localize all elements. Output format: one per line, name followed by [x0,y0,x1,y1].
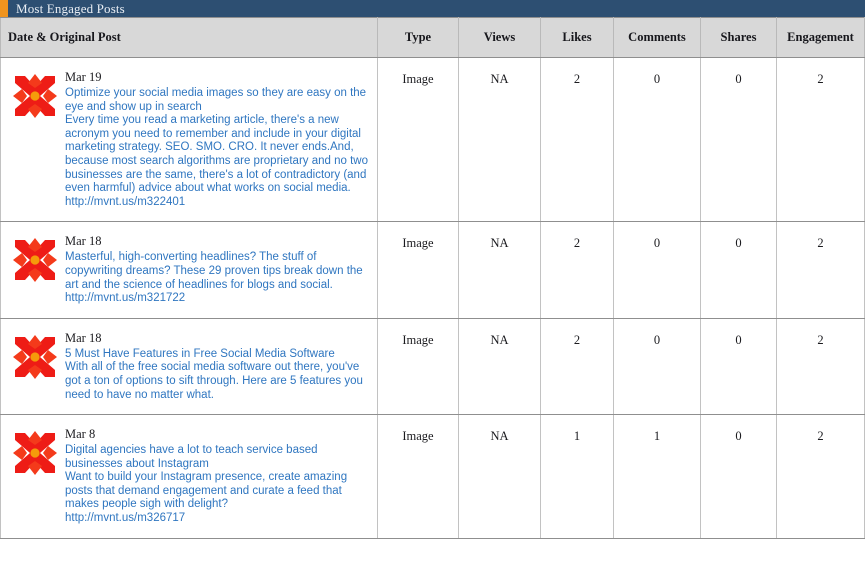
column-header-likes[interactable]: Likes [540,17,614,58]
starburst-icon [13,334,57,379]
starburst-center-dot [30,448,40,458]
panel-title: Most Engaged Posts [16,1,125,16]
cell-engagement: 2 [776,221,865,319]
cell-engagement: 2 [776,414,865,539]
cell-post: Mar 18 5 Must Have Features in Free Soci… [0,318,378,416]
starburst-icon [13,238,57,283]
cell-shares: 0 [700,57,777,223]
post-text: Masterful, high-converting headlines? Th… [65,251,363,305]
cell-likes: 2 [540,221,614,319]
post-link[interactable]: http://mvnt.us/m322401 [65,196,369,210]
table-row[interactable]: Mar 8 Digital agencies have a lot to tea… [0,414,865,539]
cell-type: Image [377,221,459,319]
cell-type: Image [377,318,459,416]
cell-post: Mar 8 Digital agencies have a lot to tea… [0,414,378,539]
post-date: Mar 19 [65,70,102,84]
post-link[interactable]: http://mvnt.us/m326717 [65,512,369,526]
cell-views: NA [458,318,541,416]
post-body: Mar 18 Masterful, high-converting headli… [65,233,369,305]
starburst-icon [13,431,57,476]
cell-views: NA [458,221,541,319]
cell-likes: 1 [540,414,614,539]
cell-comments: 1 [613,414,701,539]
table-header-row: Date & Original Post Type Views Likes Co… [0,17,865,58]
cell-views: NA [458,414,541,539]
most-engaged-posts-panel: Most Engaged Posts Date & Original Post … [0,0,865,575]
post-text: Optimize your social media images so the… [65,87,368,195]
panel-titlebar: Most Engaged Posts [0,0,865,17]
column-header-type[interactable]: Type [377,17,459,58]
post-icon-container [5,233,65,283]
cell-post: Mar 19 Optimize your social media images… [0,57,378,223]
cell-comments: 0 [613,221,701,319]
table-body: Mar 19 Optimize your social media images… [0,57,865,539]
post-body: Mar 8 Digital agencies have a lot to tea… [65,426,369,526]
post-body: Mar 19 Optimize your social media images… [65,69,369,209]
cell-likes: 2 [540,57,614,223]
cell-likes: 2 [540,318,614,416]
column-header-views[interactable]: Views [458,17,541,58]
post-icon-container [5,330,65,379]
column-header-post[interactable]: Date & Original Post [0,17,378,58]
post-date: Mar 18 [65,234,102,249]
cell-shares: 0 [700,318,777,416]
cell-post: Mar 18 Masterful, high-converting headli… [0,221,378,319]
cell-shares: 0 [700,221,777,319]
cell-comments: 0 [613,57,701,223]
cell-comments: 0 [613,318,701,416]
table-header: Date & Original Post Type Views Likes Co… [0,17,865,58]
post-icon-container [5,69,65,118]
column-header-shares[interactable]: Shares [700,17,777,58]
starburst-center-dot [30,91,40,101]
table-row[interactable]: Mar 18 5 Must Have Features in Free Soci… [0,318,865,416]
post-text: 5 Must Have Features in Free Social Medi… [65,347,363,401]
starburst-icon [13,74,57,118]
cell-type: Image [377,57,459,223]
cell-shares: 0 [700,414,777,539]
cell-engagement: 2 [776,57,865,223]
post-text: Digital agencies have a lot to teach ser… [65,444,348,511]
post-date: Mar 18 [65,330,102,345]
table-row[interactable]: Mar 19 Optimize your social media images… [0,57,865,223]
cell-views: NA [458,57,541,223]
column-header-engagement[interactable]: Engagement [776,17,865,58]
column-header-comments[interactable]: Comments [613,17,701,58]
starburst-center-dot [30,255,40,265]
table-row[interactable]: Mar 18 Masterful, high-converting headli… [0,221,865,319]
cell-engagement: 2 [776,318,865,416]
most-engaged-posts-table: Date & Original Post Type Views Likes Co… [0,17,865,539]
cell-type: Image [377,414,459,539]
titlebar-accent-bar [0,0,8,17]
post-body: Mar 18 5 Must Have Features in Free Soci… [65,330,369,402]
post-icon-container [5,426,65,476]
post-date: Mar 8 [65,427,96,442]
starburst-center-dot [30,352,40,362]
